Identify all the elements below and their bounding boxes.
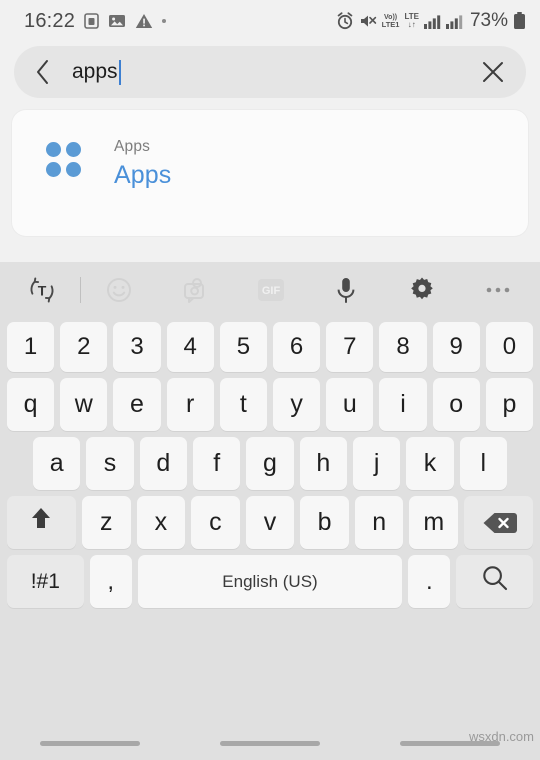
key-l[interactable]: l [459,437,507,490]
search-result-text: Apps Apps [114,138,171,190]
search-result-category: Apps [114,138,151,155]
key-c[interactable]: c [191,496,240,549]
key-k[interactable]: k [406,437,454,490]
key-r[interactable]: r [166,378,214,431]
nav-recents-button[interactable] [0,741,180,760]
search-bar-container: apps [0,42,540,98]
key-p[interactable]: p [485,378,534,431]
recents-pill-icon [40,741,140,746]
dot-icon [162,19,167,23]
key-s[interactable]: s [86,437,134,490]
symbols-key[interactable]: !#1 [6,555,84,608]
status-bar-right: Vo)) LTE1 LTE ↓↑ 73% [336,10,526,32]
key-0[interactable]: 0 [485,322,534,372]
key-2[interactable]: 2 [60,322,108,372]
keyboard-row-top: q w e r t y u i o p [4,378,536,431]
svg-text:T: T [38,282,47,298]
more-options-icon[interactable] [460,285,536,295]
key-t[interactable]: t [219,378,267,431]
key-m[interactable]: m [409,496,459,549]
status-bar-left: 16:22 [24,9,167,33]
search-result-title: Apps [114,161,172,189]
key-y[interactable]: y [273,378,321,431]
key-e[interactable]: e [113,378,161,431]
space-key[interactable]: English (US) [137,555,403,608]
signal-bars-icon [423,14,441,29]
home-pill-icon [220,741,320,746]
shift-key[interactable] [7,496,76,549]
results-container: Apps Apps [0,98,540,236]
mute-icon [359,13,377,29]
comma-key[interactable]: , [89,555,132,608]
key-d[interactable]: d [139,437,187,490]
keyboard-row-home: a s d f g h j k l [4,437,536,490]
text-caret [118,59,121,85]
key-z[interactable]: z [81,496,131,549]
status-bar: 16:22 Vo)) LTE1 LTE ↓↑ 73% [0,0,540,42]
sticker-icon[interactable] [157,275,233,305]
key-8[interactable]: 8 [379,322,427,372]
key-x[interactable]: x [136,496,186,549]
key-h[interactable]: h [299,437,347,490]
warning-icon [135,13,153,29]
key-a[interactable]: a [33,437,81,490]
shift-icon [26,504,56,541]
emoji-icon[interactable] [81,275,157,305]
phone-screen: 16:22 Vo)) LTE1 LTE ↓↑ 73% apps Apps App… [0,0,540,760]
apps-grid-icon [46,142,86,177]
key-4[interactable]: 4 [166,322,214,372]
key-3[interactable]: 3 [113,322,161,372]
key-w[interactable]: w [60,378,108,431]
translate-icon[interactable]: T [4,275,80,305]
search-enter-key[interactable] [456,555,534,608]
key-u[interactable]: u [326,378,374,431]
status-time: 16:22 [24,9,76,32]
battery-icon [513,12,526,30]
search-result-item-apps[interactable]: Apps Apps [12,110,528,236]
key-b[interactable]: b [300,496,349,549]
back-chevron-icon[interactable] [28,57,58,87]
microphone-icon[interactable] [308,275,384,305]
svg-text:GIF: GIF [261,285,280,297]
keyboard-row-space: !#1 , English (US) . [4,555,536,608]
key-j[interactable]: j [352,437,401,490]
volte-icon: Vo)) LTE1 [381,13,400,29]
key-q[interactable]: q [6,378,55,431]
image-icon [108,13,126,29]
signal-bars-2-icon [445,14,463,29]
search-input-value: apps [72,60,118,83]
lte-icon: LTE ↓↑ [404,11,419,29]
battery-percent: 73% [469,10,508,31]
keyboard-row-bottom: z x c v b n m [4,496,536,549]
keyboard-row-numbers: 1 2 3 4 5 6 7 8 9 0 [4,322,536,372]
key-g[interactable]: g [246,437,294,490]
navigation-bar: wsxdn.com [0,688,540,760]
clear-search-icon[interactable] [478,57,508,87]
sim-card-icon [84,13,99,29]
key-i[interactable]: i [379,378,427,431]
nav-home-button[interactable] [180,741,360,760]
search-icon [480,563,510,600]
alarm-icon [336,12,354,30]
key-5[interactable]: 5 [219,322,267,372]
settings-gear-icon[interactable] [384,275,460,305]
watermark: wsxdn.com [468,729,534,744]
key-o[interactable]: o [432,378,480,431]
key-f[interactable]: f [193,437,241,490]
period-key[interactable]: . [408,555,451,608]
search-input[interactable]: apps [58,59,478,85]
keyboard-toolbar: T GIF [4,262,536,318]
gif-icon[interactable]: GIF [233,277,309,303]
key-7[interactable]: 7 [326,322,374,372]
backspace-key[interactable] [464,496,534,549]
key-n[interactable]: n [354,496,404,549]
backspace-icon [482,511,517,534]
key-1[interactable]: 1 [6,322,55,372]
key-6[interactable]: 6 [273,322,321,372]
key-9[interactable]: 9 [432,322,480,372]
search-bar[interactable]: apps [14,46,526,98]
on-screen-keyboard: T GIF 1 2 3 4 5 6 7 8 9 0 q w e r t y u … [0,262,540,688]
key-v[interactable]: v [245,496,295,549]
